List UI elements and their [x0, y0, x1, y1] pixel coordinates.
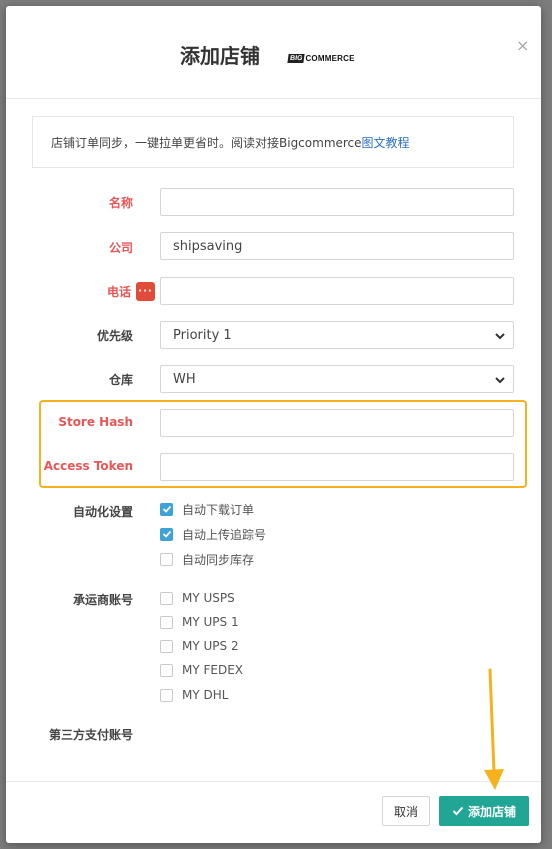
warehouse-select-value: WH — [173, 371, 196, 387]
option-label: MY USPS — [182, 591, 235, 605]
option-label: MY DHL — [182, 688, 229, 702]
priority-label: 优先级 — [96, 329, 133, 343]
carrier-option[interactable]: MY DHL — [160, 686, 228, 704]
check-icon — [162, 530, 171, 538]
phone-label: 电话 — [106, 285, 131, 299]
chevron-down-icon — [495, 333, 505, 340]
checkbox-unchecked[interactable] — [160, 688, 173, 702]
carrier-option[interactable]: MY FEDEX — [160, 661, 243, 679]
warehouse-label: 仓库 — [108, 373, 133, 387]
access-token-input[interactable] — [160, 453, 514, 481]
checkbox-unchecked[interactable] — [160, 552, 173, 566]
store-hash-input[interactable] — [160, 409, 514, 437]
auto-download-orders-option[interactable]: 自动下载订单 — [160, 500, 254, 518]
checkbox-unchecked[interactable] — [160, 591, 173, 605]
company-label: 公司 — [108, 241, 133, 255]
add-store-button-label: 添加店铺 — [467, 804, 516, 819]
checkbox-unchecked[interactable] — [160, 663, 173, 677]
check-icon — [162, 505, 171, 513]
check-icon — [452, 806, 464, 816]
checkbox-unchecked[interactable] — [160, 639, 173, 653]
store-hash-label: Store Hash — [58, 415, 133, 429]
modal-title: 添加店铺 — [180, 44, 260, 68]
add-store-button[interactable]: 添加店铺 — [439, 796, 529, 826]
more-dots-icon[interactable]: ··· — [136, 282, 155, 301]
close-icon[interactable]: × — [516, 36, 529, 55]
option-label: MY UPS 1 — [182, 615, 239, 629]
bigcommerce-logo-text: COMMERCE — [305, 53, 355, 63]
notice-text: 店铺订单同步，一键拉单更省时。阅读对接Bigcommerce — [51, 135, 362, 150]
carrier-option[interactable]: MY UPS 1 — [160, 613, 239, 631]
auto-upload-tracking-option[interactable]: 自动上传追踪号 — [160, 525, 266, 543]
priority-select-value: Priority 1 — [173, 327, 232, 343]
chevron-down-icon — [495, 377, 505, 384]
notice-box: 店铺订单同步，一键拉单更省时。阅读对接Bigcommerce 图文教程 — [32, 116, 514, 168]
company-input[interactable]: shipsaving — [160, 232, 514, 260]
name-label: 名称 — [108, 196, 133, 210]
name-input[interactable] — [160, 188, 514, 216]
carrier-option[interactable]: MY USPS — [160, 589, 235, 607]
auto-sync-inventory-option[interactable]: 自动同步库存 — [160, 550, 254, 568]
modal-header: 添加店铺 BIG COMMERCE × — [6, 6, 541, 99]
add-store-modal: 添加店铺 BIG COMMERCE × 店铺订单同步，一键拉单更省时。阅读对接B… — [6, 6, 541, 843]
priority-select[interactable]: Priority 1 — [160, 321, 514, 349]
third-party-payment-label: 第三方支付账号 — [48, 728, 133, 742]
phone-input[interactable] — [160, 277, 514, 305]
option-label: MY FEDEX — [182, 663, 244, 677]
warehouse-select[interactable]: WH — [160, 365, 514, 393]
bigcommerce-logo-mark: BIG — [287, 53, 306, 63]
option-label: MY UPS 2 — [182, 639, 239, 653]
automation-label: 自动化设置 — [72, 505, 133, 519]
checkbox-checked[interactable] — [160, 502, 173, 516]
checkbox-checked[interactable] — [160, 527, 173, 541]
arrow-annotation-icon — [484, 668, 504, 790]
option-label: 自动下载订单 — [182, 502, 255, 517]
carriers-label: 承运商账号 — [72, 593, 133, 607]
access-token-label: Access Token — [43, 459, 133, 473]
bigcommerce-logo: BIG COMMERCE — [287, 48, 355, 68]
carrier-option[interactable]: MY UPS 2 — [160, 637, 239, 655]
tutorial-link[interactable]: 图文教程 — [362, 134, 410, 151]
checkbox-unchecked[interactable] — [160, 615, 173, 629]
option-label: 自动上传追踪号 — [182, 527, 267, 542]
cancel-button[interactable]: 取消 — [382, 796, 430, 826]
option-label: 自动同步库存 — [182, 552, 255, 567]
